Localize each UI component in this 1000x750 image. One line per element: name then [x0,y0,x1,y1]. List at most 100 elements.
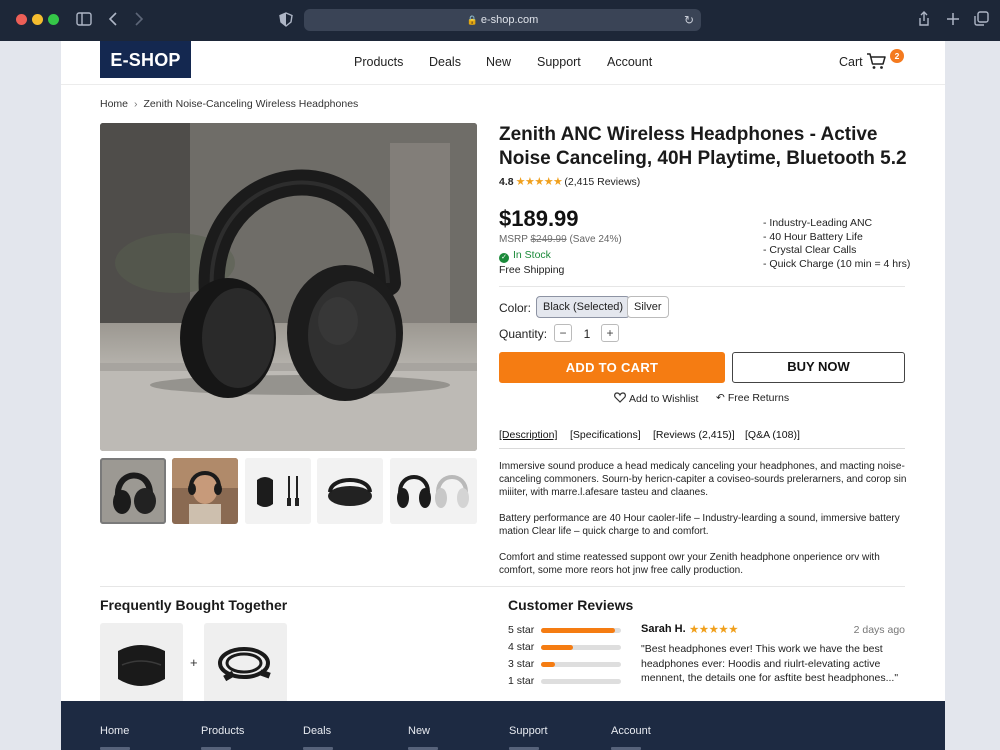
thumbnail-folded[interactable] [317,458,383,524]
thumbnail-colors[interactable] [390,458,477,524]
review-text: "Best headphones ever! This work we have… [641,643,899,684]
thumbnail-accessories[interactable] [245,458,311,524]
chevron-right-icon: › [134,98,138,110]
usb-cable-icon [218,647,271,682]
cart-count-badge: 2 [890,49,904,63]
main-product-image[interactable] [100,123,477,451]
url-text: e-shop.com [480,14,539,26]
reload-icon[interactable]: ↻ [684,9,694,31]
breadcrumb: Home › Zenith Noise-Canceling Wireless Hea… [100,98,358,110]
color-label: Color: [499,301,532,315]
wishlist-label: Add to Wishlist [629,393,699,405]
footer-link-new[interactable]: New [408,725,430,737]
breadcrumb-home[interactable]: Home [100,98,128,110]
feature-item: - Quick Charge (10 min = 4 hrs) [763,257,911,270]
quantity-value[interactable]: 1 [581,327,593,341]
buy-now-button[interactable]: BUY NOW [732,352,905,383]
product-title: Zenith ANC Wireless Headphones - Active … [499,124,907,169]
rating-bar-row[interactable]: 4 star [508,641,621,653]
stock-status: ✓ In Stock [499,249,551,263]
rating-value: 4.8 [499,176,514,188]
nav-support[interactable]: Support [537,55,581,69]
rating-bar-track [541,628,621,633]
fbt-item-cable[interactable] [204,623,287,701]
rating-bar-row[interactable]: 1 star [508,675,621,687]
rating-bar-fill [541,628,615,633]
fbt-item-case[interactable] [100,623,183,701]
rating-bar-label: 1 star [508,675,535,687]
cart-icon[interactable] [866,52,888,70]
thumbnail-headphones-front[interactable] [100,458,166,524]
tab-specifications[interactable]: [Specifications] [570,429,641,441]
tab-reviews[interactable]: [Reviews (2,415)] [653,429,735,441]
footer-link-support[interactable]: Support [509,725,548,737]
nav-deals[interactable]: Deals [429,55,461,69]
rating-summary[interactable]: 4.8 ★★★★★ (2,415 Reviews) [499,175,640,188]
site-footer: Home Products Deals New Support Account [61,701,945,750]
rating-bar-row[interactable]: 3 star [508,658,621,670]
sidebar-icon[interactable] [76,12,92,26]
nav-account[interactable]: Account [607,55,652,69]
savings: (Save 24%) [569,234,622,245]
reviewer-name: Sarah H. [641,623,686,635]
new-tab-icon[interactable] [946,12,960,26]
returns-label: Free Returns [727,392,790,404]
returns-link[interactable]: ↶ Free Returns [716,392,789,404]
footer-link-home[interactable]: Home [100,725,129,737]
rating-bar-track [541,662,621,667]
description-paragraph: Comfort and stime reatessed suppont owr … [499,552,880,576]
cart-link[interactable]: Cart [839,55,863,69]
wishlist-link[interactable]: Add to Wishlist [614,392,698,405]
rating-bar-label: 5 star [508,624,535,636]
description-paragraph: Battery performance are 40 Hour caoler-l… [499,513,900,537]
close-window-button[interactable] [16,14,27,25]
forward-icon[interactable] [134,12,144,26]
heart-icon [614,392,626,403]
thumbnail-lifestyle[interactable] [172,458,238,524]
tab-description[interactable]: [Description] [499,429,557,441]
color-option-black[interactable]: Black (Selected) [536,296,631,318]
quantity-increase-button[interactable]: + [601,324,619,342]
footer-link-account[interactable]: Account [611,725,651,737]
tab-qa[interactable]: [Q&A (108)] [745,429,800,441]
tabs-divider [499,448,905,449]
product-price: $189.99 [499,206,579,231]
rating-bar-track [541,645,621,650]
rating-bar-row[interactable]: 5 star [508,624,621,636]
plus-icon: + [190,655,198,670]
nav-new[interactable]: New [486,55,511,69]
minimize-window-button[interactable] [32,14,43,25]
footer-link-deals[interactable]: Deals [303,725,331,737]
quantity-decrease-button[interactable]: − [554,324,572,342]
share-icon[interactable] [917,11,931,27]
quantity-label: Quantity: [499,327,548,341]
product-page: E-SHOP Products Deals New Support Accoun… [61,41,945,701]
lock-icon: 🔒 [466,15,478,25]
review-date: 2 days ago [853,624,905,636]
fbt-title: Frequently Bought Together [100,597,288,613]
footer-link-products[interactable]: Products [201,725,244,737]
review-stars-icon: ★★★★★ [689,624,739,636]
header-divider [61,84,945,85]
description-paragraph: Immersive sound produce a head medicaly … [499,461,907,498]
section-divider [100,586,905,587]
color-option-silver[interactable]: Silver [627,296,669,318]
msrp-label: MSRP [499,234,528,245]
review-count[interactable]: (2,415 Reviews) [564,176,640,188]
maximize-window-button[interactable] [48,14,59,25]
return-arrow-icon: ↶ [716,392,725,404]
carrying-case-icon [118,645,165,686]
add-to-cart-button[interactable]: ADD TO CART [499,352,725,383]
address-bar[interactable]: 🔒 e-shop.com ↻ [304,9,701,31]
site-logo[interactable]: E-SHOP [100,41,191,78]
stock-text: In Stock [513,249,551,261]
rating-stars-icon: ★★★★★ [515,176,563,188]
tab-overview-icon[interactable] [974,11,989,26]
rating-bar-fill [541,662,555,667]
back-icon[interactable] [108,12,118,26]
feature-item: - Industry-Leading ANC [763,217,873,229]
rating-bar-label: 4 star [508,641,535,653]
privacy-shield-icon[interactable] [279,12,293,27]
nav-products[interactable]: Products [354,55,403,69]
breadcrumb-current: Zenith Noise-Canceling Wireless Headphon… [143,98,359,110]
